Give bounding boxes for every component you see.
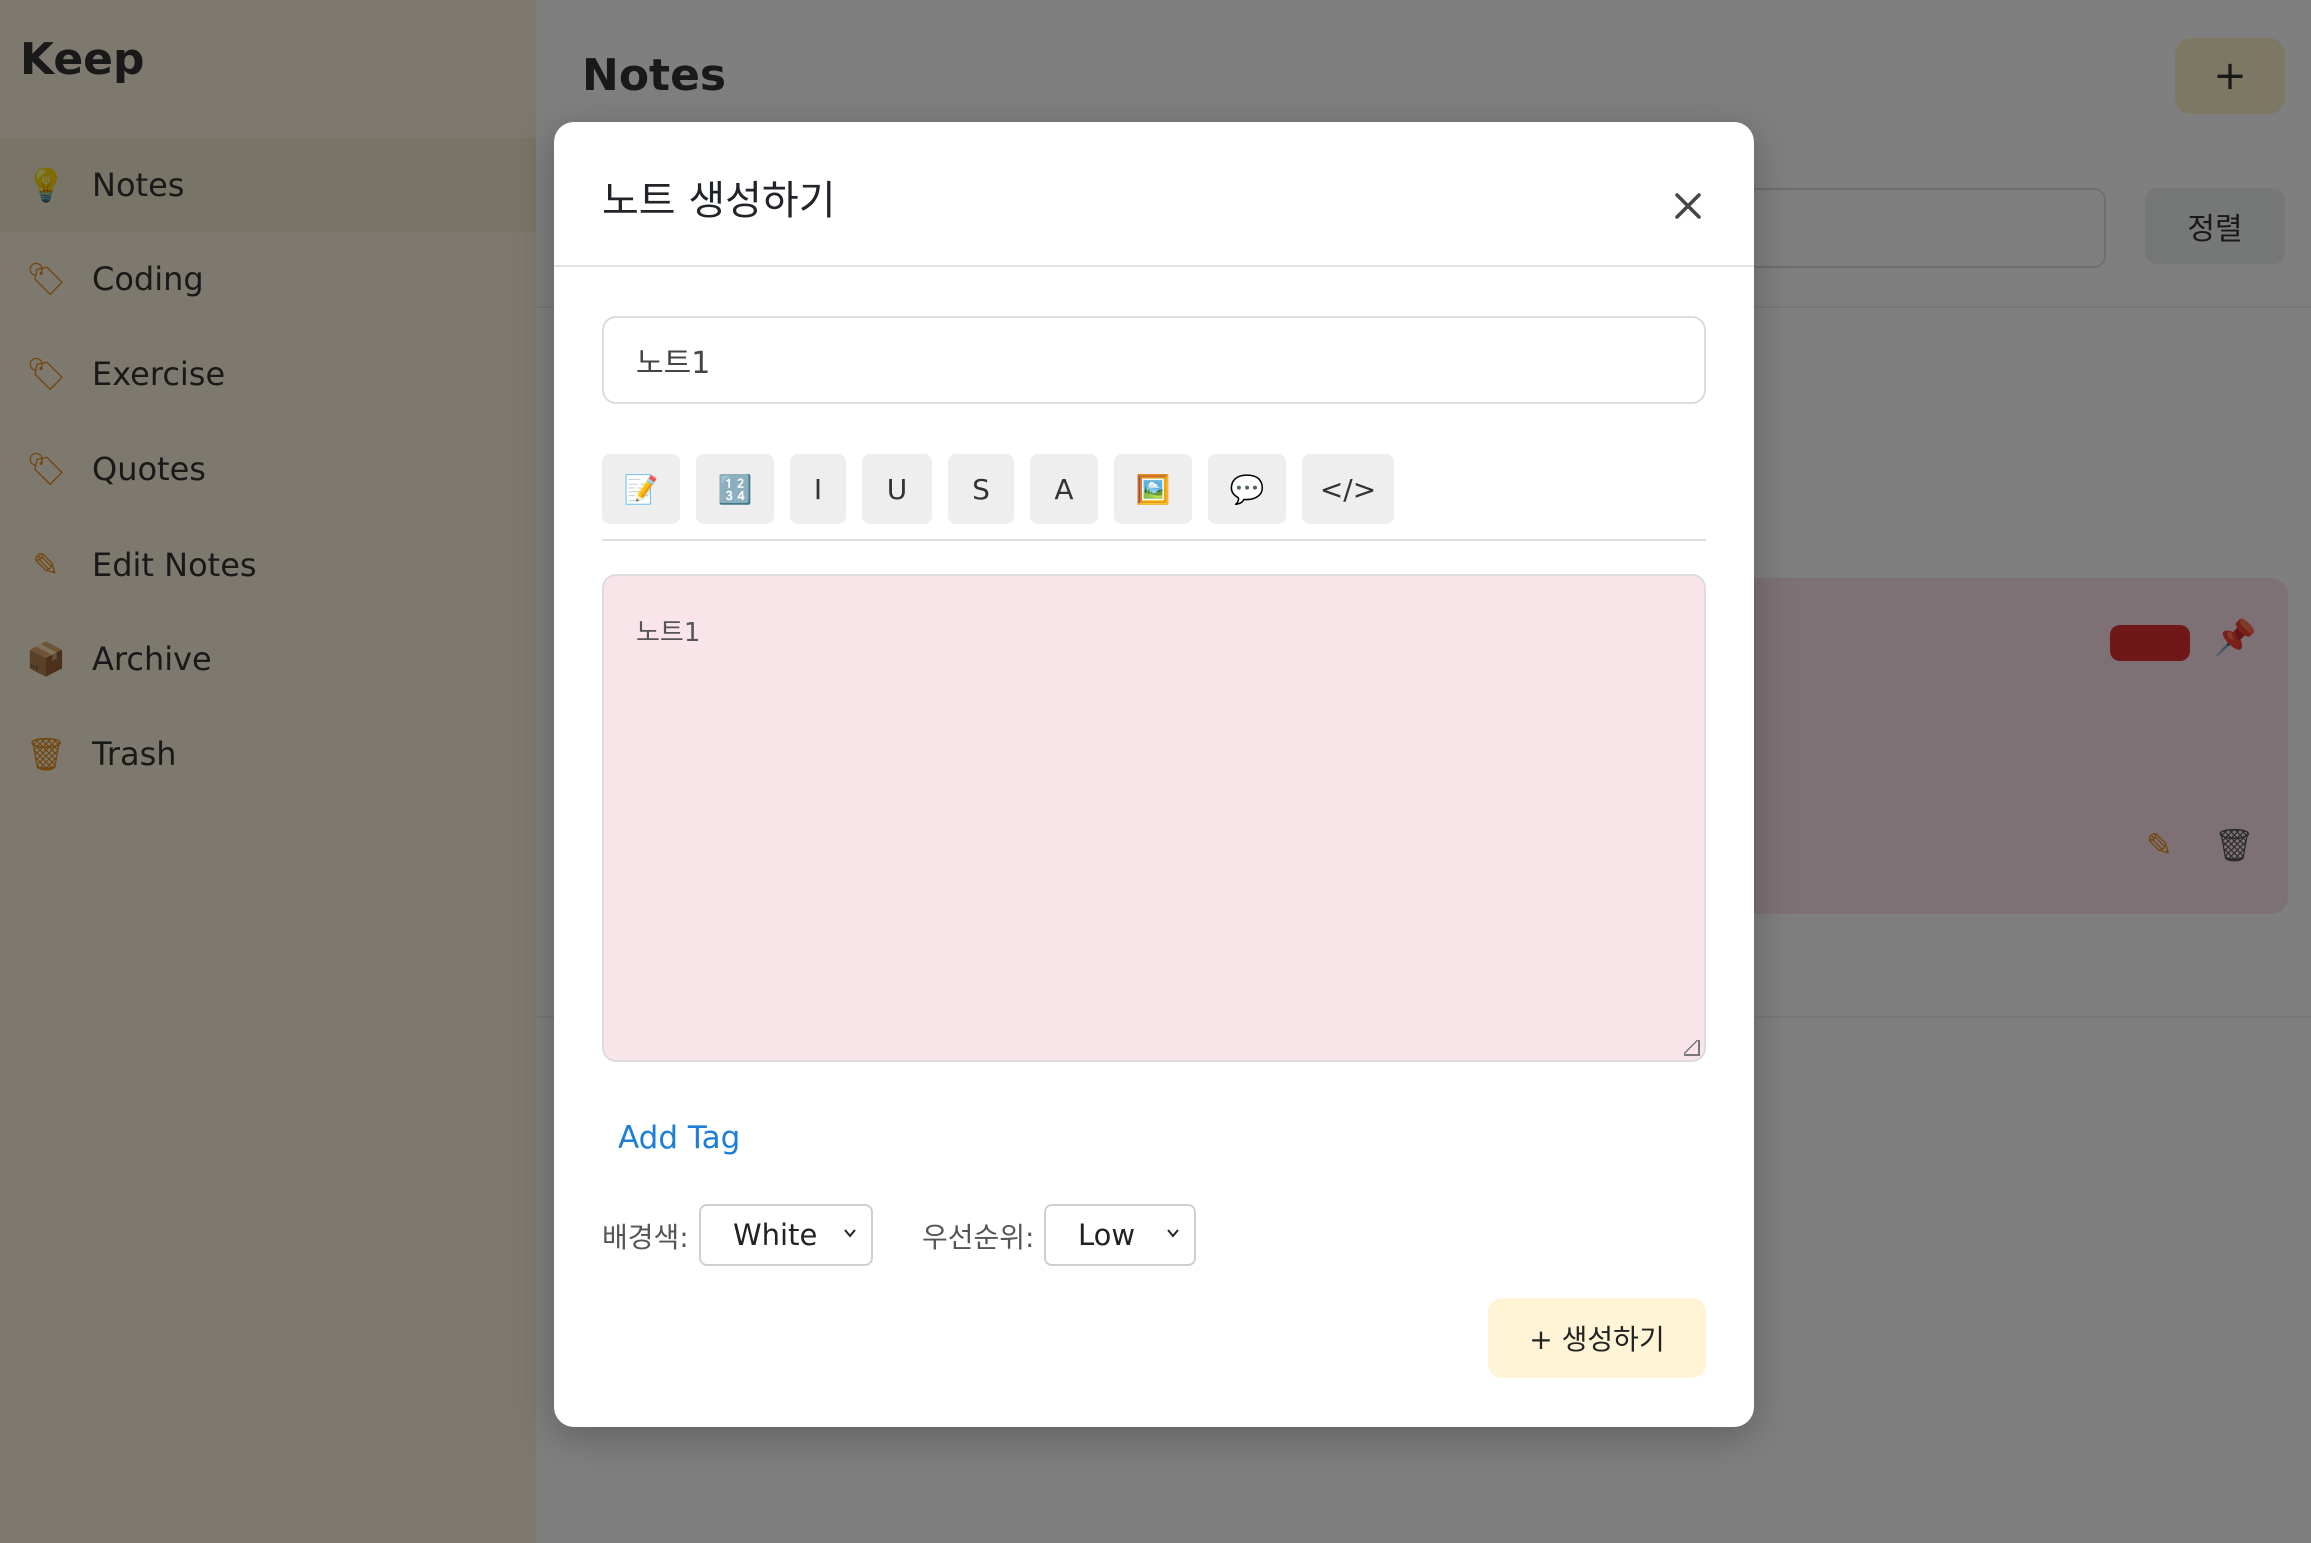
modal-header-divider	[554, 265, 1754, 267]
note-content-text: 노트1	[636, 618, 701, 648]
note-title-input[interactable]: 노트1	[602, 316, 1706, 404]
add-tag-link[interactable]: Add Tag	[618, 1120, 740, 1156]
background-color-label: 배경색:	[602, 1221, 689, 1254]
font-button[interactable]: A	[1030, 454, 1098, 524]
modal-title: 노트 생성하기	[602, 178, 836, 224]
underline-button[interactable]: U	[862, 454, 932, 524]
background-color-select[interactable]: White	[699, 1204, 873, 1266]
create-note-button[interactable]: + 생성하기	[1488, 1298, 1706, 1378]
comment-emoji-button[interactable]: 💬	[1208, 454, 1286, 524]
image-emoji-button[interactable]: 🖼️	[1114, 454, 1192, 524]
priority-select[interactable]: Low	[1044, 1204, 1196, 1266]
chevron-down-icon	[844, 1229, 856, 1238]
memo-emoji-button[interactable]: 📝	[602, 454, 680, 524]
note-content-textarea[interactable]: 노트1	[602, 574, 1706, 1062]
toolbar-divider	[602, 539, 1706, 541]
priority-value: Low	[1078, 1218, 1136, 1252]
code-button[interactable]: </>	[1302, 454, 1394, 524]
close-button[interactable]	[1664, 182, 1712, 230]
background-color-value: White	[733, 1218, 818, 1252]
create-note-modal: 노트 생성하기 노트1 📝 🔢 I U S A 🖼️ 💬 </> 노트1 Add…	[554, 122, 1754, 1427]
priority-label: 우선순위:	[922, 1221, 1035, 1254]
italic-button[interactable]: I	[790, 454, 846, 524]
close-icon	[1675, 193, 1701, 219]
chevron-down-icon	[1167, 1229, 1179, 1238]
resize-handle[interactable]	[1684, 1040, 1700, 1056]
numbers-emoji-button[interactable]: 🔢	[696, 454, 774, 524]
strike-button[interactable]: S	[948, 454, 1014, 524]
